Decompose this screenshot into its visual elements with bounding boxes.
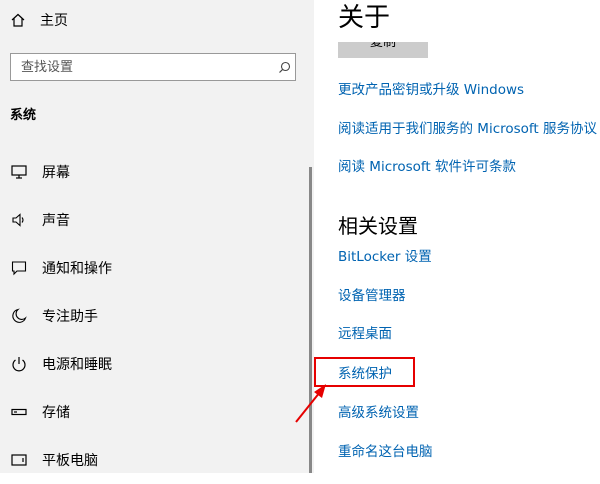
remote-desktop-link[interactable]: 远程桌面	[338, 322, 392, 342]
notification-icon	[10, 259, 28, 277]
sidebar-item-label: 声音	[42, 213, 70, 229]
sidebar-nav: 屏幕 声音 通知和操作 专注助手 电源和睡眠 存储 平板电脑	[0, 148, 310, 484]
sidebar-item-display[interactable]: 屏幕	[0, 148, 310, 196]
advanced-system-settings-link[interactable]: 高级系统设置	[338, 401, 419, 421]
sidebar-item-home[interactable]: 主页	[10, 8, 68, 32]
search-input[interactable]	[11, 58, 273, 76]
sidebar-item-label: 电源和睡眠	[42, 357, 112, 373]
change-product-key-link[interactable]: 更改产品密钥或升级 Windows	[338, 78, 524, 98]
sidebar-item-label: 存储	[42, 405, 70, 421]
monitor-icon	[10, 163, 28, 181]
moon-icon	[10, 307, 28, 325]
sidebar-item-power[interactable]: 电源和睡眠	[0, 340, 310, 388]
sidebar-item-label: 平板电脑	[42, 453, 98, 469]
bitlocker-settings-link[interactable]: BitLocker 设置	[338, 245, 432, 265]
home-label: 主页	[40, 13, 68, 29]
storage-icon	[10, 403, 28, 421]
sidebar-item-label: 通知和操作	[42, 261, 112, 277]
sidebar-item-notifications[interactable]: 通知和操作	[0, 244, 310, 292]
tablet-icon	[10, 451, 28, 469]
related-settings-heading: 相关设置	[338, 214, 418, 238]
device-manager-link[interactable]: 设备管理器	[338, 284, 406, 304]
speaker-icon	[10, 211, 28, 229]
section-label: 系统	[10, 108, 37, 123]
service-agreement-link[interactable]: 阅读适用于我们服务的 Microsoft 服务协议	[338, 117, 597, 137]
power-icon	[10, 355, 28, 373]
sidebar-item-storage[interactable]: 存储	[0, 388, 310, 436]
sidebar-item-focus-assist[interactable]: 专注助手	[0, 292, 310, 340]
search-box	[10, 53, 296, 81]
sidebar-item-tablet[interactable]: 平板电脑	[0, 436, 310, 484]
sidebar-item-sound[interactable]: 声音	[0, 196, 310, 244]
copy-button-label: 复制	[369, 42, 396, 50]
sidebar-item-label: 屏幕	[42, 165, 70, 181]
rename-pc-link[interactable]: 重命名这台电脑	[338, 440, 433, 460]
copy-button[interactable]: 复制	[338, 42, 428, 58]
pointer-arrow-icon	[295, 384, 326, 423]
main-content: 关于 复制 更改产品密钥或升级 Windows 阅读适用于我们服务的 Micro…	[314, 0, 600, 473]
search-icon[interactable]	[273, 61, 295, 74]
sidebar-item-label: 专注助手	[42, 309, 98, 325]
home-icon	[10, 12, 26, 28]
license-terms-link[interactable]: 阅读 Microsoft 软件许可条款	[338, 155, 516, 175]
page-title: 关于	[338, 3, 391, 33]
scrollbar[interactable]	[309, 167, 312, 473]
sidebar: 主页 系统 屏幕 声音 通知和操作	[0, 0, 314, 473]
